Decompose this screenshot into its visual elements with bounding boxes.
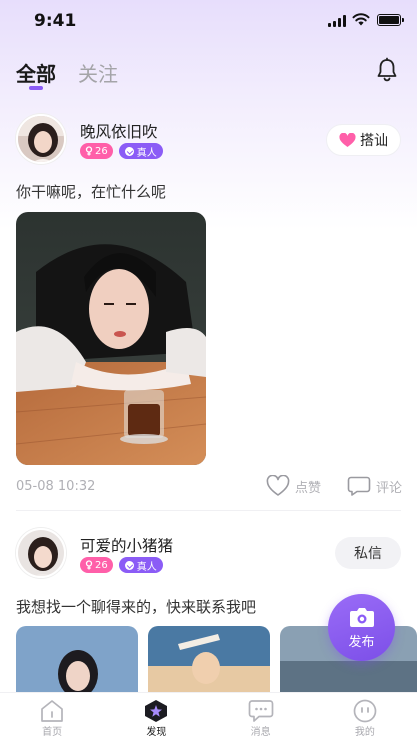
home-icon: [41, 700, 63, 722]
like-button[interactable]: 点赞: [266, 475, 321, 497]
heart-icon: [266, 475, 290, 496]
post-photo[interactable]: [16, 212, 206, 465]
heart-icon: [339, 132, 356, 147]
discover-icon: [145, 700, 168, 722]
tab-following[interactable]: 关注: [78, 58, 118, 87]
username[interactable]: 可爱的小猪猪: [80, 534, 173, 556]
female-icon: [85, 560, 93, 570]
post-photo[interactable]: [148, 626, 270, 696]
wifi-icon: [352, 13, 370, 26]
verified-icon: [124, 560, 134, 570]
post-text: 我想找一个聊得来的，快来联系我吧: [16, 598, 257, 616]
avatar[interactable]: [16, 528, 66, 578]
avatar[interactable]: [16, 114, 66, 164]
post-text: 你干嘛呢，在忙什么呢: [16, 183, 167, 201]
user-badges: 26 真人: [80, 143, 163, 159]
comment-button[interactable]: 评论: [347, 475, 402, 497]
greet-button[interactable]: 搭讪: [326, 124, 401, 156]
post-time: 05-08 10:32: [16, 479, 96, 494]
status-bar: 9:41: [0, 0, 417, 44]
tabbar-discover[interactable]: 发现: [104, 693, 208, 742]
verified-icon: [124, 146, 134, 156]
user-badges: 26 真人: [80, 557, 163, 573]
age-badge: 26: [80, 557, 113, 573]
tabbar-profile[interactable]: 我的: [313, 693, 417, 742]
message-button[interactable]: 私信: [335, 537, 401, 569]
comment-icon: [347, 476, 371, 496]
tab-all[interactable]: 全部: [16, 58, 56, 90]
publish-label: 发布: [348, 634, 375, 650]
post-photo[interactable]: [16, 626, 138, 696]
comment-label: 评论: [376, 480, 403, 496]
feed-tabs: 全部 关注: [16, 58, 118, 90]
like-label: 点赞: [295, 480, 322, 496]
female-icon: [85, 146, 93, 156]
cellular-signal-icon: [328, 14, 346, 27]
username[interactable]: 晚风依旧吹: [80, 120, 158, 142]
publish-button[interactable]: 发布: [328, 594, 395, 661]
tabbar-home[interactable]: 首页: [0, 693, 104, 742]
post-divider: [16, 510, 401, 511]
status-time: 9:41: [34, 11, 77, 31]
profile-icon: [353, 699, 377, 723]
bell-icon[interactable]: [375, 57, 399, 83]
tabbar-messages[interactable]: 消息: [209, 693, 313, 742]
age-badge: 26: [80, 143, 113, 159]
camera-icon: [349, 607, 374, 627]
verified-badge: 真人: [118, 557, 163, 573]
bottom-tab-bar: 首页 发现 消息 我的: [0, 692, 417, 742]
verified-badge: 真人: [118, 143, 163, 159]
message-icon: [248, 700, 273, 722]
battery-icon: [377, 14, 404, 26]
